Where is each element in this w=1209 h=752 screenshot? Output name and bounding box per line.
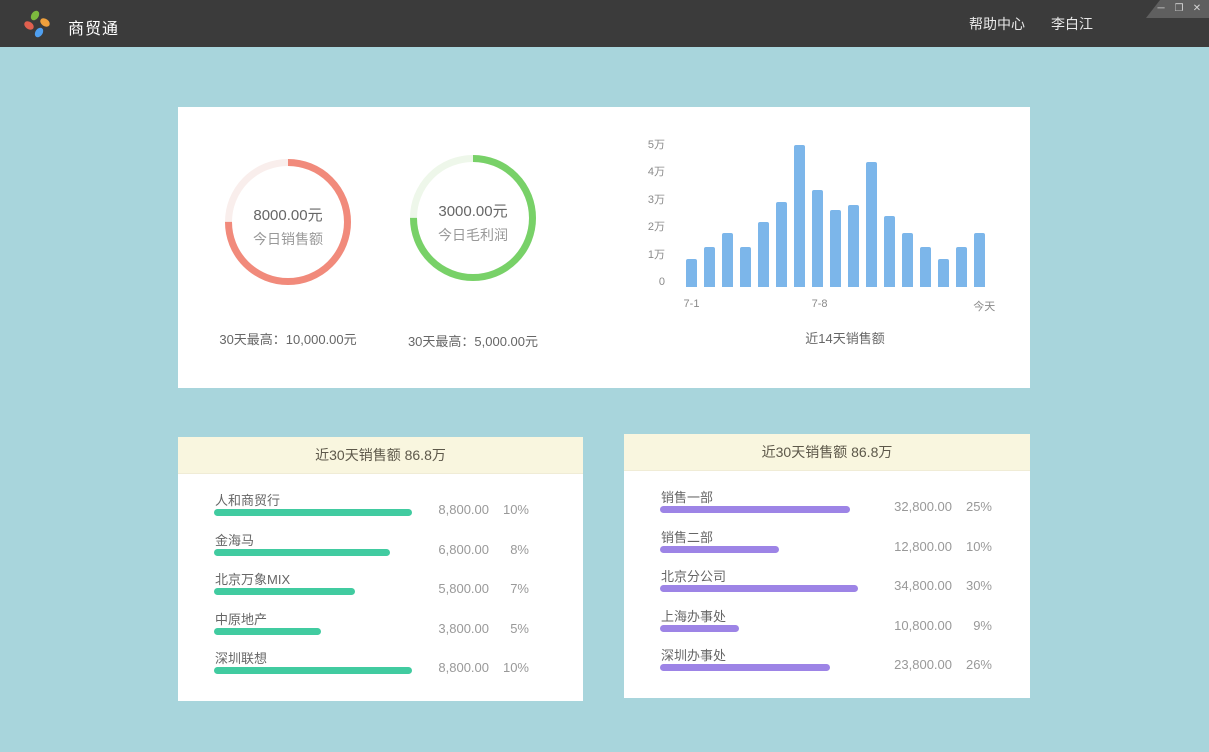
bar — [902, 233, 913, 287]
today-profit-donut: 3000.00元 今日毛利润 — [406, 151, 540, 285]
maximize-button-icon[interactable]: ❐ — [1173, 4, 1185, 14]
y-tick-label: 5万 — [608, 138, 665, 152]
ranking-row: 中原地产3,800.005% — [178, 609, 583, 649]
ranking-row: 销售二部12,800.0010% — [624, 527, 1030, 567]
app-title: 商贸通 — [68, 15, 119, 39]
ranking-row-amount: 10,800.00 — [894, 618, 952, 633]
customer-ranking-panel: 近30天销售额 86.8万 人和商贸行8,800.0010%金海马6,800.0… — [178, 437, 583, 701]
ranking-row-amount: 8,800.00 — [438, 502, 489, 517]
today-profit-label: 今日毛利润 — [406, 225, 540, 245]
bar-chart-x-axis: 7-1 7-8 今天 — [178, 298, 1030, 312]
ranking-row-percent: 8% — [489, 542, 529, 557]
ranking-row-values: 23,800.0026% — [624, 657, 992, 672]
bar — [758, 222, 769, 287]
ranking-row-amount: 6,800.00 — [438, 542, 489, 557]
ranking-row-amount: 32,800.00 — [894, 499, 952, 514]
app-logo-icon — [22, 9, 52, 39]
department-ranking-title: 近30天销售额 86.8万 — [624, 434, 1030, 471]
customer-ranking-title: 近30天销售额 86.8万 — [178, 437, 583, 474]
bar — [740, 247, 751, 287]
ranking-row-percent: 10% — [489, 502, 529, 517]
x-tick-label: 7-1 — [684, 298, 700, 310]
bar — [884, 216, 895, 287]
ranking-row-values: 5,800.007% — [178, 581, 529, 596]
topbar: 商贸通 帮助中心 李白江 ─ ❐ ✕ — [0, 0, 1209, 47]
today-profit-footnote: 30天最高：5,000.00元 — [363, 331, 583, 350]
ranking-row: 北京分公司34,800.0030% — [624, 566, 1030, 606]
ranking-row: 金海马6,800.008% — [178, 530, 583, 570]
ranking-row: 上海办事处10,800.009% — [624, 606, 1030, 646]
y-tick-label: 3万 — [608, 193, 665, 207]
bar — [938, 259, 949, 287]
help-center-link[interactable]: 帮助中心 — [969, 14, 1025, 34]
x-tick-label: 7-8 — [812, 298, 828, 310]
close-button-icon[interactable]: ✕ — [1191, 4, 1203, 14]
ranking-row: 深圳办事处23,800.0026% — [624, 645, 1030, 685]
bar — [704, 247, 715, 287]
ranking-row-amount: 5,800.00 — [438, 581, 489, 596]
ranking-row: 北京万象MIX5,800.007% — [178, 569, 583, 609]
ranking-row-amount: 8,800.00 — [438, 660, 489, 675]
today-sales-value: 8000.00元 — [221, 204, 355, 225]
ranking-row-percent: 25% — [952, 499, 992, 514]
bar — [830, 210, 841, 287]
bar — [722, 233, 733, 287]
ranking-row-values: 8,800.0010% — [178, 502, 529, 517]
y-tick-label: 0 — [608, 275, 665, 289]
y-tick-label: 1万 — [608, 248, 665, 262]
minimize-button-icon[interactable]: ─ — [1155, 4, 1167, 14]
user-name-link[interactable]: 李白江 — [1051, 14, 1093, 34]
ranking-row-percent: 7% — [489, 581, 529, 596]
ranking-row: 人和商贸行8,800.0010% — [178, 490, 583, 530]
ranking-row-percent: 9% — [952, 618, 992, 633]
ranking-row: 深圳联想8,800.0010% — [178, 648, 583, 688]
ranking-row-percent: 10% — [489, 660, 529, 675]
ranking-row-values: 6,800.008% — [178, 542, 529, 557]
ranking-row-percent: 30% — [952, 578, 992, 593]
ranking-row-values: 34,800.0030% — [624, 578, 992, 593]
bar-chart-y-axis: 0 1万 2万 3万 4万 5万 — [608, 107, 665, 307]
ranking-row-percent: 26% — [952, 657, 992, 672]
ranking-row-amount: 3,800.00 — [438, 621, 489, 636]
ranking-row: 销售一部32,800.0025% — [624, 487, 1030, 527]
ranking-row-values: 3,800.005% — [178, 621, 529, 636]
department-ranking-panel: 近30天销售额 86.8万 销售一部32,800.0025%销售二部12,800… — [624, 434, 1030, 698]
y-tick-label: 4万 — [608, 165, 665, 179]
ranking-row-values: 10,800.009% — [624, 618, 992, 633]
bar — [812, 190, 823, 287]
today-sales-donut: 8000.00元 今日销售额 — [221, 155, 355, 289]
bar-chart-bars — [686, 137, 992, 287]
bar — [956, 247, 967, 287]
y-tick-label: 2万 — [608, 220, 665, 234]
bar — [974, 233, 985, 287]
ranking-row-percent: 10% — [952, 539, 992, 554]
overview-panel: 8000.00元 今日销售额 30天最高：10,000.00元 3000.00元… — [178, 107, 1030, 388]
topbar-links: 帮助中心 李白江 — [969, 0, 1093, 47]
ranking-row-percent: 5% — [489, 621, 529, 636]
bar — [866, 162, 877, 287]
bar — [686, 259, 697, 287]
bar — [848, 205, 859, 287]
ranking-row-values: 32,800.0025% — [624, 499, 992, 514]
ranking-row-values: 12,800.0010% — [624, 539, 992, 554]
window-controls: ─ ❐ ✕ — [1146, 0, 1209, 18]
today-profit-value: 3000.00元 — [406, 200, 540, 221]
x-tick-label: 今天 — [973, 298, 995, 314]
bar — [776, 202, 787, 287]
customer-ranking-rows: 人和商贸行8,800.0010%金海马6,800.008%北京万象MIX5,80… — [178, 474, 583, 688]
ranking-row-amount: 23,800.00 — [894, 657, 952, 672]
bar — [794, 145, 805, 287]
department-ranking-rows: 销售一部32,800.0025%销售二部12,800.0010%北京分公司34,… — [624, 471, 1030, 685]
ranking-row-amount: 34,800.00 — [894, 578, 952, 593]
bar-chart-caption: 近14天销售额 — [745, 328, 945, 347]
ranking-row-values: 8,800.0010% — [178, 660, 529, 675]
bar — [920, 247, 931, 287]
ranking-row-amount: 12,800.00 — [894, 539, 952, 554]
today-sales-label: 今日销售额 — [221, 229, 355, 249]
